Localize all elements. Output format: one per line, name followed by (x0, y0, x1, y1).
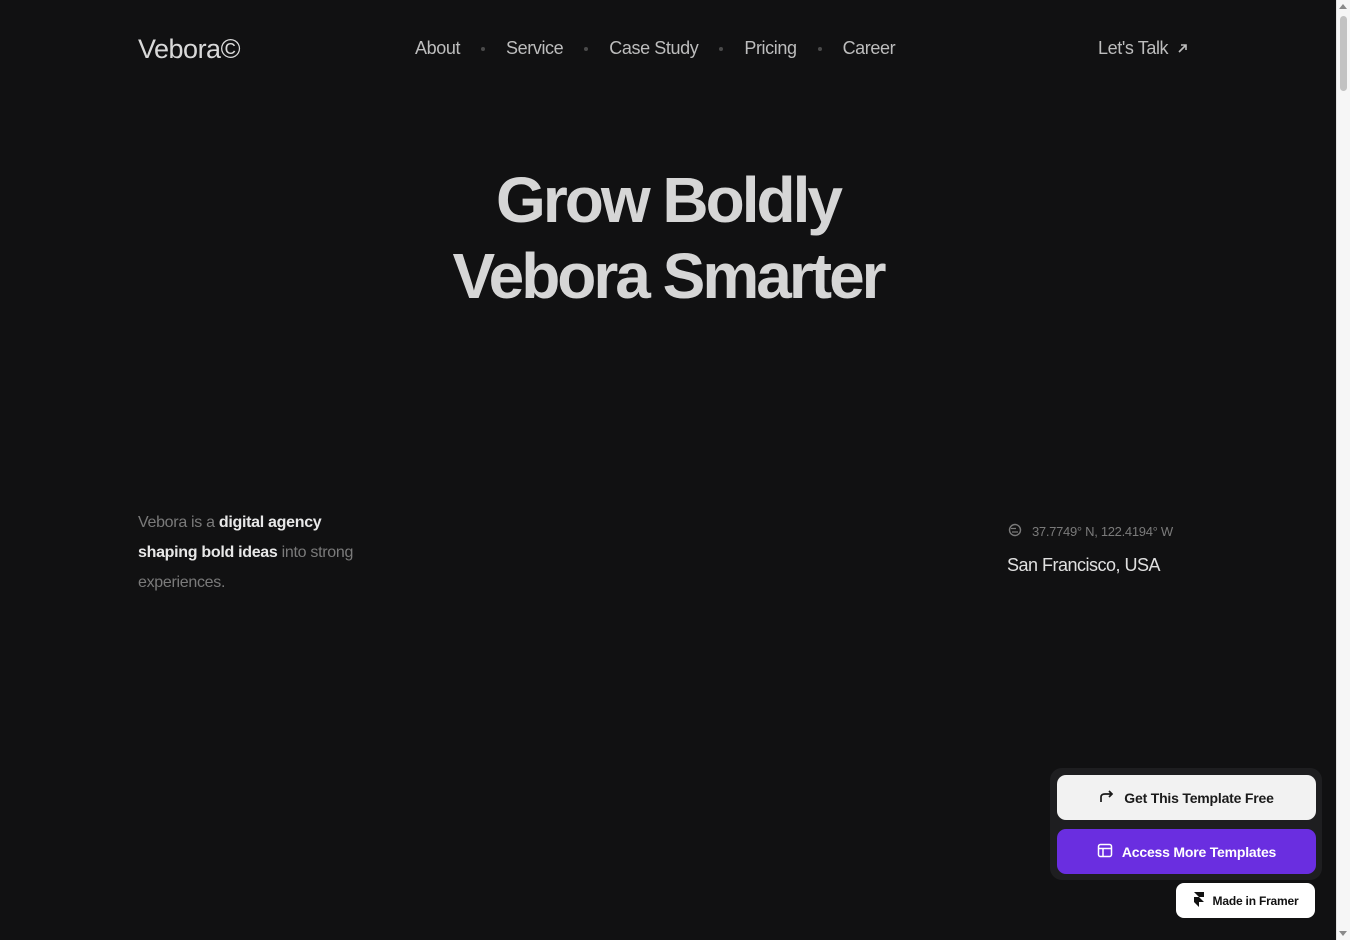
brand-logo[interactable]: Vebora© (138, 34, 240, 65)
nav-separator (817, 46, 822, 51)
main-nav: About Service Case Study Pricing Career (415, 38, 896, 59)
arrow-up-right-icon (1177, 43, 1188, 54)
share-arrow-icon (1099, 789, 1115, 806)
coordinates-text: 37.7749° N, 122.4194° W (1032, 524, 1173, 539)
hero-line-2: Vebora Smarter (452, 240, 886, 312)
agency-intro: Vebora is a digital agency shaping bold i… (138, 508, 408, 598)
access-templates-button[interactable]: Access More Templates (1057, 829, 1316, 874)
scroll-down-icon[interactable] (1339, 931, 1347, 936)
nav-item-case-study[interactable]: Case Study (609, 38, 698, 59)
template-icon (1097, 843, 1113, 861)
hero-heading: Grow Boldly Vebora Smarter (0, 162, 1336, 314)
get-template-button[interactable]: Get This Template Free (1057, 775, 1316, 820)
nav-item-service[interactable]: Service (506, 38, 564, 59)
nav-separator (584, 46, 589, 51)
nav-separator (481, 46, 486, 51)
scroll-up-icon[interactable] (1339, 4, 1347, 9)
hero-line-1: Grow Boldly (496, 164, 843, 236)
scrollbar[interactable] (1336, 0, 1350, 940)
coordinates: 37.7749° N, 122.4194° W (1008, 523, 1173, 540)
nav-separator (719, 46, 724, 51)
made-in-framer-label: Made in Framer (1212, 893, 1299, 908)
lets-talk-label: Let's Talk (1098, 38, 1169, 58)
nav-item-about[interactable]: About (415, 38, 460, 59)
made-in-framer-badge[interactable]: Made in Framer (1176, 883, 1315, 918)
nav-item-career[interactable]: Career (843, 38, 896, 59)
intro-highlight: digital agency (218, 514, 322, 531)
intro-text: Vebora is a (138, 514, 219, 531)
scroll-thumb[interactable] (1340, 16, 1347, 91)
nav-item-pricing[interactable]: Pricing (744, 38, 797, 59)
access-templates-label: Access More Templates (1121, 843, 1277, 860)
globe-icon (1008, 523, 1022, 540)
intro-highlight: shaping bold ideas (138, 544, 278, 561)
lets-talk-link[interactable]: Let's Talk (1098, 38, 1188, 59)
framer-icon (1193, 891, 1205, 910)
city-label: San Francisco, USA (1007, 555, 1161, 575)
get-template-label: Get This Template Free (1124, 789, 1274, 806)
